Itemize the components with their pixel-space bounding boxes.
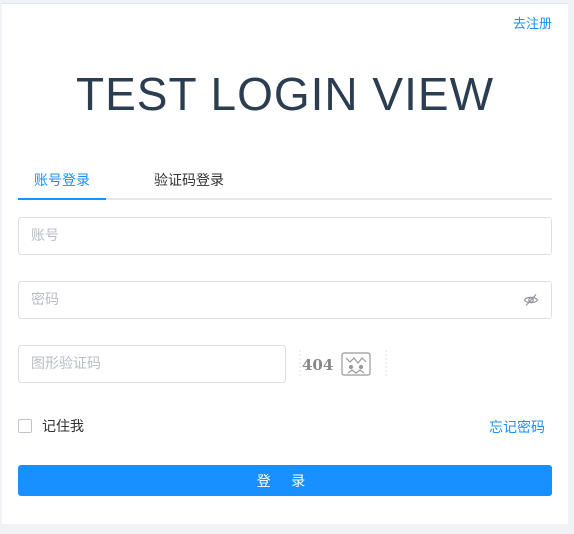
eye-off-icon[interactable] bbox=[523, 292, 539, 308]
password-input[interactable] bbox=[19, 282, 551, 318]
page-title: TEST LOGIN VIEW bbox=[76, 68, 494, 120]
password-field bbox=[18, 281, 552, 319]
remember-label: 记住我 bbox=[42, 419, 84, 435]
account-field bbox=[18, 217, 552, 255]
tab-account-login[interactable]: 账号登录 bbox=[34, 170, 90, 190]
captcha-image[interactable]: 404 bbox=[298, 346, 388, 382]
forgot-password-link[interactable]: 忘记密码 bbox=[489, 417, 545, 437]
login-card: 去注册 TEST LOGIN VIEW 账号登录 验证码登录 404 bbox=[2, 3, 568, 524]
register-link[interactable]: 去注册 bbox=[513, 13, 552, 32]
login-button[interactable]: 登 录 bbox=[18, 465, 552, 496]
remember-checkbox[interactable] bbox=[18, 419, 32, 433]
captcha-field bbox=[18, 345, 286, 383]
remember-me[interactable]: 记住我 bbox=[18, 416, 84, 436]
tab-active-indicator bbox=[18, 198, 106, 200]
captcha-text: 404 bbox=[302, 356, 333, 374]
tab-code-login[interactable]: 验证码登录 bbox=[154, 170, 224, 190]
login-tabs: 账号登录 验证码登录 bbox=[18, 164, 552, 200]
captcha-input[interactable] bbox=[19, 346, 285, 382]
broken-image-icon bbox=[341, 352, 371, 376]
account-input[interactable] bbox=[19, 218, 551, 254]
